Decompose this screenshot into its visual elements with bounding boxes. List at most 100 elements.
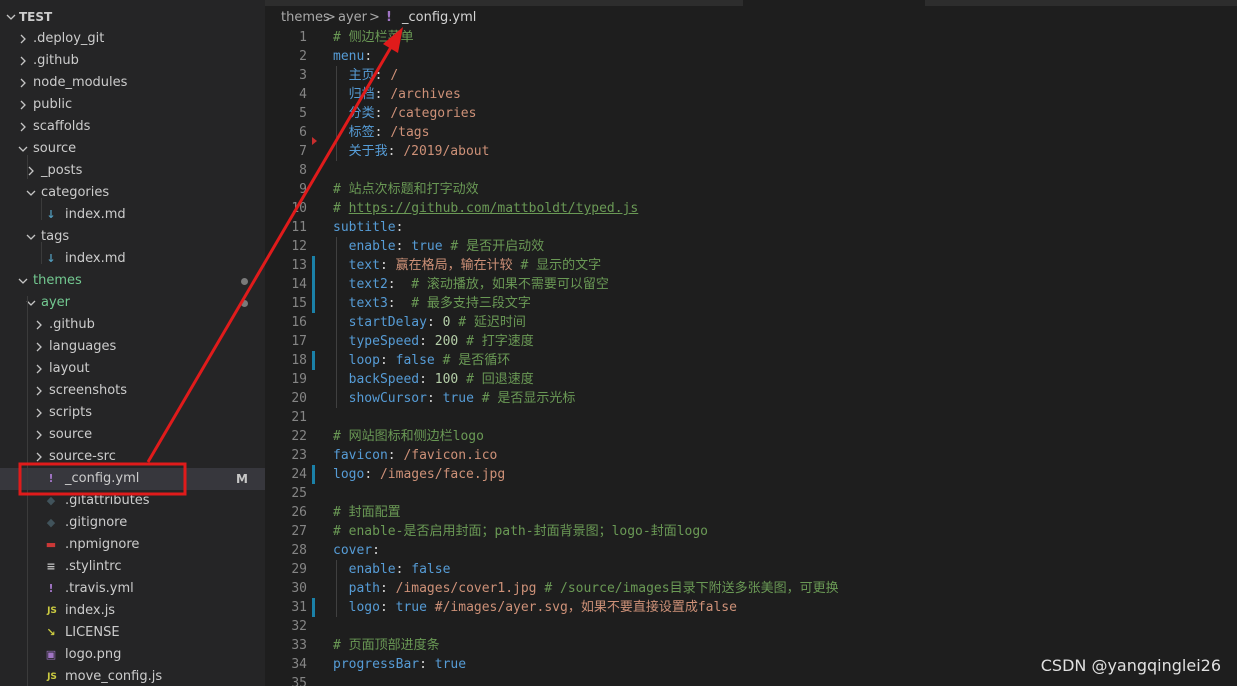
tree-folder[interactable]: categories [0,182,265,204]
tree-folder[interactable]: ayer [0,292,265,314]
code-line[interactable]: 6 标签: /tags [265,123,1237,142]
code-line[interactable]: 4 归档: /archives [265,85,1237,104]
code-line[interactable]: 25 [265,484,1237,503]
tree-folder[interactable]: source [0,424,265,446]
tree-file[interactable]: ▬ .npmignore [0,534,265,556]
tree-folder[interactable]: .github [0,50,265,72]
code-line[interactable]: 3 主页: / [265,66,1237,85]
tree-file[interactable]: JS index.js [0,600,265,622]
line-number: 14 [291,277,307,292]
code-line[interactable]: 17 typeSpeed: 200 # 打字速度 [265,332,1237,351]
tree-file[interactable]: ↘ LICENSE [0,622,265,644]
tree-file[interactable]: ▣ logo.png [0,644,265,666]
code-line[interactable]: 29 enable: false [265,560,1237,579]
tree-file[interactable]: ↓ index.md [0,248,265,270]
indent-guide [336,237,337,408]
tree-folder[interactable]: public [0,94,265,116]
code-token: # [333,201,349,216]
code-text: 主页: / [333,66,399,85]
code-line[interactable]: 27 # enable-是否启用封面；path-封面背景图；logo-封面logo [265,522,1237,541]
tree-indent-guide [41,198,42,220]
tree-folder[interactable]: tags [0,226,265,248]
tree-file[interactable]: ! .travis.yml [0,578,265,600]
tree-item-label: .github [49,317,95,332]
tree-folder[interactable]: layout [0,358,265,380]
code-line[interactable]: 24 logo: /images/face.jpg [265,465,1237,484]
tree-file[interactable]: JS move_config.js [0,666,265,686]
code-line[interactable]: 15 text3: # 最多支持三段文字 [265,294,1237,313]
explorer-root[interactable]: TEST [0,6,265,28]
code-token: 主页 [348,68,375,83]
code-text: backSpeed: 100 # 回退速度 [333,370,534,389]
code-line[interactable]: 20 showCursor: true # 是否显示光标 [265,389,1237,408]
code-line[interactable]: 26 # 封面配置 [265,503,1237,522]
code-token: cover [333,543,373,558]
code-line[interactable]: 35 [265,674,1237,686]
line-number: 24 [291,467,307,482]
explorer-root-label: TEST [19,10,53,24]
code-line[interactable]: 5 分类: /categories [265,104,1237,123]
code-line[interactable]: 23 favicon: /favicon.ico [265,446,1237,465]
tree-folder[interactable]: themes [0,270,265,292]
tree-item-label: .travis.yml [65,581,134,596]
code-line[interactable]: 2 menu: [265,47,1237,66]
code-line[interactable]: 1 # 侧边栏菜单 [265,28,1237,47]
git-icon: ◆ [46,516,56,529]
code-token: /favicon.ico [403,448,498,463]
tree-item-label: move_config.js [65,669,163,684]
tree-folder[interactable]: screenshots [0,380,265,402]
chevron-down-icon [26,226,36,248]
tree-folder[interactable]: scripts [0,402,265,424]
code-token: path [348,581,380,596]
tree-folder[interactable]: source-src [0,446,265,468]
code-line[interactable]: 33 # 页面顶部进度条 [265,636,1237,655]
code-line[interactable]: 16 startDelay: 0 # 延迟时间 [265,313,1237,332]
chevron-right-icon [18,72,28,94]
code-token: #/images/ayer.svg，如果不要直接设置成false [426,600,737,615]
code-line[interactable]: 30 path: /images/cover1.jpg # /source/im… [265,579,1237,598]
code-token: enable [348,562,396,577]
tree-file[interactable]: ≡ .stylintrc [0,556,265,578]
code-line[interactable]: 32 [265,617,1237,636]
chevron-right-icon [18,28,28,50]
tree-folder[interactable]: node_modules [0,72,265,94]
code-line[interactable]: 7 关于我: /2019/about [265,142,1237,161]
tree-file[interactable]: ↓ index.md [0,204,265,226]
code-line[interactable]: 13 text: 赢在格局，输在计较 # 显示的文字 [265,256,1237,275]
code-line[interactable]: 19 backSpeed: 100 # 回退速度 [265,370,1237,389]
line-number: 27 [291,524,307,539]
tree-folder[interactable]: .github [0,314,265,336]
git-status-badge: M [236,472,248,486]
code-token: : [379,581,396,596]
code-text: logo: true #/images/ayer.svg，如果不要直接设置成fa… [333,598,737,617]
code-token: 赢在格局，输在计较 [395,258,513,273]
code-line[interactable]: 18 loop: false # 是否循环 [265,351,1237,370]
tree-folder[interactable]: .deploy_git [0,28,265,50]
code-token: text2 [348,277,388,292]
editor-pane[interactable]: themes > ayer > _config.yml! 1 # 侧边栏菜单 2 menu: 3… [265,0,1237,686]
tree-item-label: index.md [65,207,126,222]
tree-file[interactable]: ! _config.yml M [0,468,265,490]
code-token: # enable-是否启用封面；path-封面背景图；logo-封面logo [333,524,709,539]
tree-folder[interactable]: languages [0,336,265,358]
code-line[interactable]: 8 [265,161,1237,180]
code-line[interactable]: 31 logo: true #/images/ayer.svg，如果不要直接设置… [265,598,1237,617]
tree-folder[interactable]: source [0,138,265,160]
code-token: : [364,49,373,64]
chevron-right-icon [34,380,44,402]
tree-file[interactable]: ◆ .gitattributes [0,490,265,512]
code-line[interactable]: 21 [265,408,1237,427]
code-token: loop [348,353,380,368]
code-line[interactable]: 11 subtitle: [265,218,1237,237]
tree-folder[interactable]: scaffolds [0,116,265,138]
tree-file[interactable]: ◆ .gitignore [0,512,265,534]
code-line[interactable]: 10 # https://github.com/mattboldt/typed.j… [265,199,1237,218]
code-line[interactable]: 22 # 网站图标和侧边栏logo [265,427,1237,446]
code-text: text2: # 滚动播放，如果不需要可以留空 [333,275,609,294]
code-line[interactable]: 14 text2: # 滚动播放，如果不需要可以留空 [265,275,1237,294]
yaml-icon: ! [48,472,54,485]
code-line[interactable]: 9 # 站点次标题和打字动效 [265,180,1237,199]
code-line[interactable]: 12 enable: true # 是否开启动效 [265,237,1237,256]
code-line[interactable]: 28 cover: [265,541,1237,560]
tree-folder[interactable]: _posts [0,160,265,182]
